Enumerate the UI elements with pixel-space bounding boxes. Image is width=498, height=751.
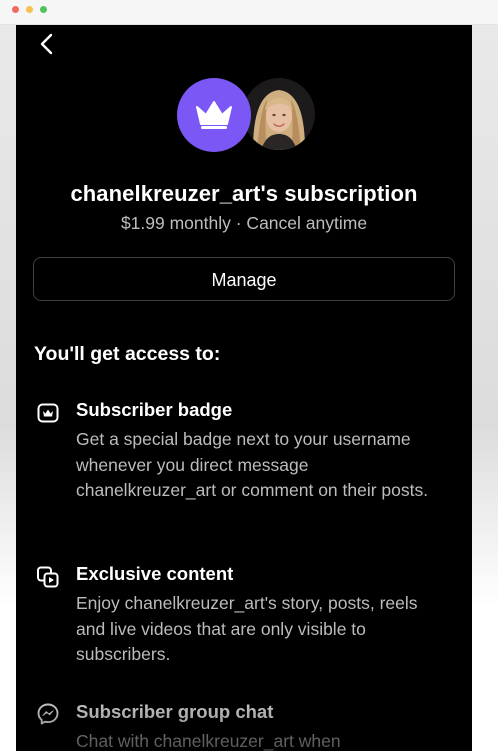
subscription-badge <box>177 78 251 152</box>
creator-photo <box>243 78 315 150</box>
feature-description: Chat with chanelkreuzer_art when <box>76 731 341 751</box>
feature-title: Exclusive content <box>76 563 234 584</box>
window-close-button[interactable] <box>12 6 19 13</box>
window-zoom-button[interactable] <box>40 6 47 13</box>
access-heading: You'll get access to: <box>34 343 221 365</box>
subscription-avatars <box>177 78 317 154</box>
crown-icon <box>196 101 232 129</box>
manage-button[interactable]: Manage <box>33 257 455 301</box>
window-minimize-button[interactable] <box>26 6 33 13</box>
feature-title: Subscriber group chat <box>76 701 274 722</box>
feature-description: Enjoy chanelkreuzer_art's story, posts, … <box>76 593 418 664</box>
feature-title: Subscriber badge <box>76 399 233 420</box>
subscription-title: chanelkreuzer_art's subscription <box>70 181 418 206</box>
creator-avatar[interactable] <box>243 78 315 150</box>
subscription-price: $1.99 monthly · Cancel anytime <box>120 213 368 233</box>
badge-icon <box>36 401 60 425</box>
window-titlebar <box>0 0 498 25</box>
subscription-screen: chanelkreuzer_art's subscription $1.99 m… <box>16 25 472 751</box>
back-button[interactable] <box>34 31 60 57</box>
media-icon <box>36 565 60 589</box>
chevron-left-icon <box>40 33 53 55</box>
messenger-icon <box>36 702 60 726</box>
feature-description: Get a special badge next to your usernam… <box>76 429 429 500</box>
